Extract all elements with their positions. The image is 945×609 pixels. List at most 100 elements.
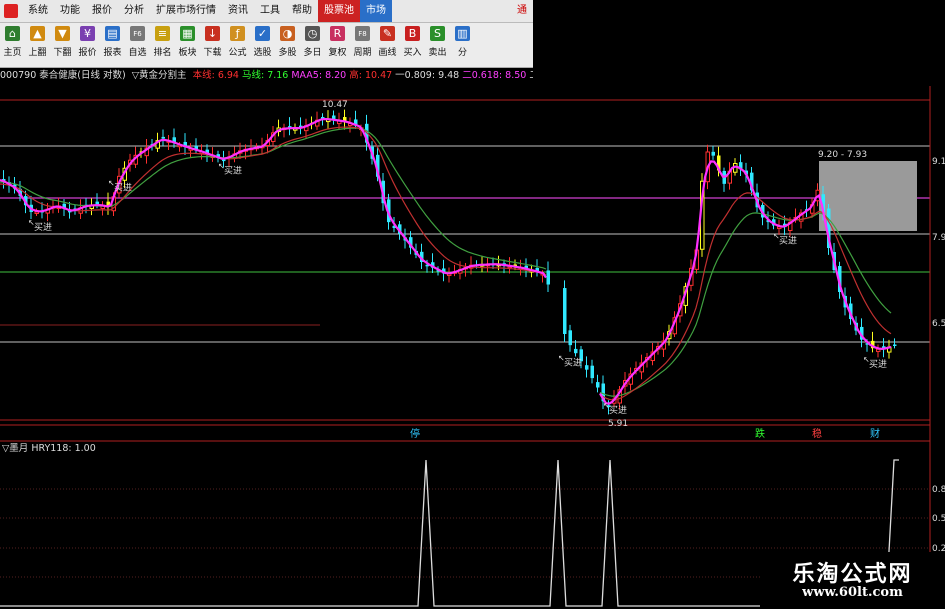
toolbar-button-17[interactable]: S 卖出 — [425, 23, 450, 67]
toolbar-button-2[interactable]: ▼ 下翻 — [50, 23, 75, 67]
menu-market[interactable]: 市场 — [360, 0, 392, 22]
menu-help[interactable]: 帮助 — [286, 0, 318, 22]
toolbar-label: 复权 — [328, 48, 347, 58]
toolbar-label: 下载 — [203, 48, 222, 58]
toolbar: ⌂ 主页 ▲ 上翻 ▼ 下翻 ¥ 报价 ▤ 报表 F6 自选 ≡ 排名 ▦ 板块 ↓ 下载 ƒ 公式 ✓ 选股 ◑ 多股 ◷ 多日… — [0, 23, 533, 68]
toolbar-button-12[interactable]: ◷ 多日 — [300, 23, 325, 67]
sell-icon: S — [430, 26, 445, 41]
toolbar-label: 多日 — [303, 48, 322, 58]
marker-steady: 稳 — [812, 427, 822, 440]
candle-body — [574, 348, 578, 354]
toolbar-label: 画线 — [378, 48, 397, 58]
buy-signal-label: 买进 — [609, 405, 627, 416]
toolbar-button-8[interactable]: ↓ 下载 — [200, 23, 225, 67]
formula-icon: ƒ — [230, 26, 245, 41]
buy-signal-label: 买进 — [224, 166, 242, 177]
stock-name: 000790 泰合健康(日线 对数) — [0, 70, 126, 81]
menu-system[interactable]: 系统 — [22, 0, 54, 22]
menu-analysis[interactable]: 分析 — [118, 0, 150, 22]
toolbar-button-11[interactable]: ◑ 多股 — [275, 23, 300, 67]
split-icon: ▥ — [455, 26, 470, 41]
toolbar-label: 上翻 — [28, 48, 47, 58]
buy-signal-label: 买进 — [564, 357, 582, 368]
toolbar-button-4[interactable]: ▤ 报表 — [100, 23, 125, 67]
marker-stop: 停 — [410, 427, 420, 440]
sub-axis-label: 0.8 — [932, 485, 945, 495]
watermark-title: 乐淘公式网 — [792, 561, 913, 587]
candlestick-chart[interactable]: 9.20 - 7.93 10.47 5.91 买进↖买进↖买进↖买进↖买进↖买进… — [0, 0, 945, 609]
buy-signal-label: 买进 — [869, 359, 887, 370]
menu-news[interactable]: 资讯 — [222, 0, 254, 22]
buy-signal-label: 买进 — [779, 235, 797, 246]
buy-arrow-icon: ↖ — [863, 355, 870, 364]
multi-day-icon: ◷ — [305, 26, 320, 41]
buy-arrow-icon: ↖ — [773, 231, 780, 240]
toolbar-label: 板块 — [178, 48, 197, 58]
range-label: 9.20 - 7.93 — [818, 150, 867, 160]
f8-icon: F8 — [355, 26, 370, 41]
stock-pick-icon: ✓ — [255, 26, 270, 41]
toolbar-button-15[interactable]: ✎ 画线 — [375, 23, 400, 67]
menu-stock-pool[interactable]: 股票池 — [318, 0, 360, 22]
buy-signal-label: 买进 — [34, 222, 52, 233]
arrow-up-icon: ▲ — [30, 26, 45, 41]
restore-icon: R — [330, 26, 345, 41]
toolbar-button-0[interactable]: ⌂ 主页 — [0, 23, 25, 67]
indicator-value: 马线: 7.16 — [241, 70, 289, 81]
sub-chart-title: ▽墨月 HRY118: 1.00 — [2, 443, 96, 454]
marker-finance: 财 — [870, 427, 880, 440]
candle-body — [546, 270, 550, 285]
toolbar-button-18[interactable]: ▥ 分 — [450, 23, 475, 67]
menu-connect[interactable]: 通 — [511, 0, 533, 22]
watermark: 乐淘公式网 www.60lt.com — [760, 552, 945, 609]
toolbar-button-5[interactable]: F6 自选 — [125, 23, 150, 67]
menu-function[interactable]: 功能 — [54, 0, 86, 22]
toolbar-label: 主页 — [3, 48, 22, 58]
toolbar-button-3[interactable]: ¥ 报价 — [75, 23, 100, 67]
toolbar-label: 卖出 — [428, 48, 447, 58]
low-label: 5.91 — [608, 419, 628, 429]
buy-arrow-icon: ↖ — [558, 353, 565, 362]
menu-extended-market[interactable]: 扩展市场行情 — [150, 0, 222, 22]
indicator-value: 二0.500: 7.89 — [529, 70, 533, 81]
buy-arrow-icon: ↖ — [603, 401, 610, 410]
toolbar-label: 多股 — [278, 48, 297, 58]
toolbar-label: 自选 — [128, 48, 147, 58]
marker-fall: 跌 — [755, 427, 765, 440]
quote-icon: ¥ — [80, 26, 95, 41]
multi-stock-icon: ◑ — [280, 26, 295, 41]
app-logo-icon — [4, 4, 18, 18]
indicator-value: 二0.618: 8.50 — [462, 70, 527, 81]
toolbar-label: 分 — [457, 48, 467, 58]
candle-body — [893, 344, 897, 347]
toolbar-label: 公式 — [228, 48, 247, 58]
download-icon: ↓ — [205, 26, 220, 41]
toolbar-button-13[interactable]: R 复权 — [325, 23, 350, 67]
sector-icon: ▦ — [180, 26, 195, 41]
toolbar-button-10[interactable]: ✓ 选股 — [250, 23, 275, 67]
toolbar-label: 报表 — [103, 48, 122, 58]
toolbar-button-7[interactable]: ▦ 板块 — [175, 23, 200, 67]
toolbar-button-14[interactable]: F8 周期 — [350, 23, 375, 67]
menu-quote[interactable]: 报价 — [86, 0, 118, 22]
toolbar-label: 排名 — [153, 48, 172, 58]
home-icon: ⌂ — [5, 26, 20, 41]
candle-body — [161, 136, 165, 139]
toolbar-button-16[interactable]: B 买入 — [400, 23, 425, 67]
toolbar-button-9[interactable]: ƒ 公式 — [225, 23, 250, 67]
candle-body — [585, 365, 589, 370]
candle-body — [590, 365, 594, 379]
indicator-name[interactable]: ▽黄金分割主 — [132, 70, 187, 81]
candle-body — [563, 288, 567, 334]
indicator-value: 本线: 6.94 — [192, 70, 239, 81]
ranking-icon: ≡ — [155, 26, 170, 41]
f6-icon: F6 — [130, 26, 145, 41]
axis-label: 9.1 — [932, 157, 945, 167]
report-icon: ▤ — [105, 26, 120, 41]
toolbar-button-1[interactable]: ▲ 上翻 — [25, 23, 50, 67]
toolbar-button-6[interactable]: ≡ 排名 — [150, 23, 175, 67]
toolbar-label: 下翻 — [53, 48, 72, 58]
buy-signal-label: 买进 — [114, 183, 132, 194]
indicator-value: 高: 10.47 — [349, 70, 393, 81]
menu-tools[interactable]: 工具 — [254, 0, 286, 22]
